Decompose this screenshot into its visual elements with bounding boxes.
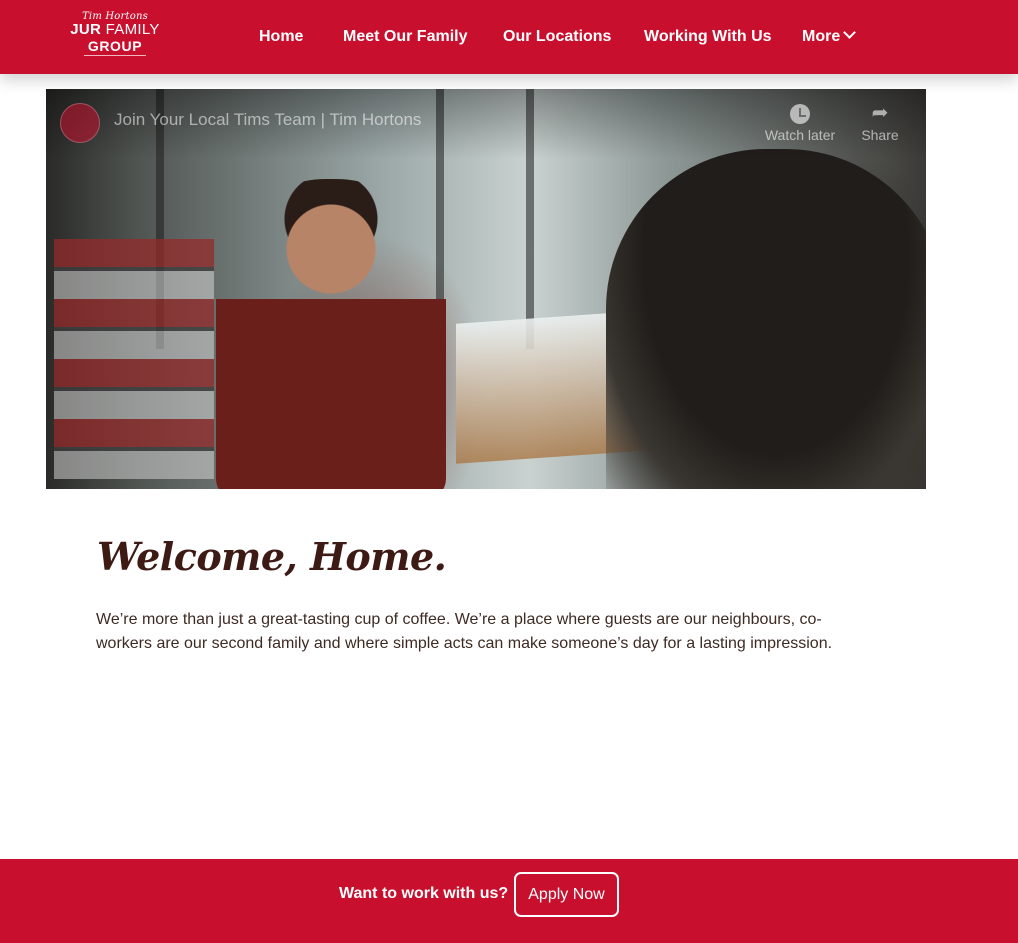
share-label: Share [861, 127, 899, 143]
logo-line3: GROUP [83, 39, 147, 56]
share-icon: ➦ [871, 102, 889, 124]
logo-line2-bold: JUR [70, 21, 102, 38]
scene-shelf [54, 239, 214, 479]
share-button[interactable]: ➦ Share [840, 99, 920, 143]
video-title[interactable]: Join Your Local Tims Team | Tim Hortons [114, 110, 421, 130]
apply-now-button[interactable]: Apply Now [514, 872, 619, 917]
watch-later-button[interactable]: Watch later [760, 99, 840, 143]
watch-later-label: Watch later [764, 127, 836, 143]
channel-avatar[interactable] [60, 103, 100, 143]
nav-more-dropdown[interactable]: More [802, 25, 857, 49]
video-player[interactable]: Join Your Local Tims Team | Tim Hortons … [46, 89, 926, 489]
site-header: Tim Hortons JUR FAMILY GROUP Home Meet O… [0, 0, 1018, 74]
cta-text: Want to work with us? [339, 885, 509, 902]
nav-more-label: More [802, 28, 841, 45]
nav-meet-our-family-link[interactable]: Meet Our Family [343, 25, 467, 49]
welcome-heading: Welcome, Home. [97, 534, 447, 579]
chevron-down-icon [843, 26, 857, 39]
apply-cta-bar: Want to work with us? Apply Now [0, 859, 1018, 943]
scene-foreground-person [606, 149, 926, 489]
nav-working-with-us-link[interactable]: Working With Us [644, 25, 772, 49]
jur-family-group-logo[interactable]: Tim Hortons JUR FAMILY GROUP [68, 11, 162, 61]
video-title-bar: Join Your Local Tims Team | Tim Hortons … [46, 89, 926, 159]
logo-line2-thin: FAMILY [105, 21, 160, 38]
nav-home-link[interactable]: Home [259, 25, 303, 49]
clock-icon [790, 103, 810, 124]
welcome-paragraph: We’re more than just a great-tasting cup… [96, 611, 833, 652]
nav-our-locations-link[interactable]: Our Locations [503, 25, 611, 49]
logo-line2: JUR FAMILY [68, 22, 162, 38]
scene-smiling-person [216, 179, 446, 489]
